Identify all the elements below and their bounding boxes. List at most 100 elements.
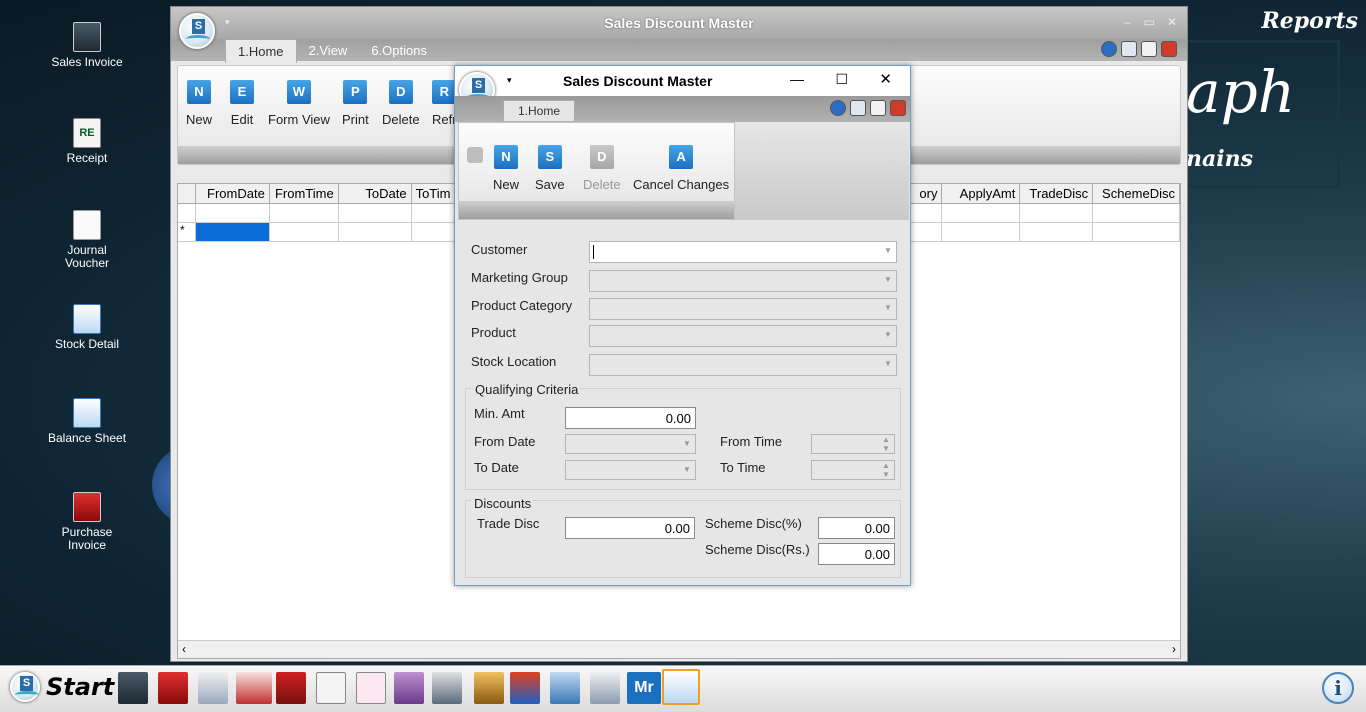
to-date-picker[interactable]: ▼: [565, 460, 696, 480]
desktop-icon-label: Purchase Invoice: [61, 525, 113, 552]
scheme-disc-rs-input[interactable]: 0.00: [818, 543, 895, 565]
dialog-ribbon: N New S Save D Delete A Cancel Changes: [458, 122, 735, 220]
stock-location-label: Stock Location: [471, 354, 557, 369]
brand-text: aph: [1186, 58, 1296, 126]
col-header-fromdate[interactable]: FromDate: [196, 184, 270, 203]
sales-invoice-icon[interactable]: [118, 672, 148, 704]
purchase-invoice-icon: [73, 492, 101, 522]
scroll-right-icon[interactable]: ›: [1172, 642, 1176, 656]
selected-cell[interactable]: [195, 223, 270, 241]
info-icon[interactable]: i: [1322, 672, 1354, 704]
close-icon[interactable]: ✕: [1167, 15, 1177, 29]
help-icon[interactable]: [1101, 41, 1117, 57]
desktop-icon-label: Receipt: [66, 151, 108, 165]
col-header-totime[interactable]: ToTim: [412, 184, 456, 203]
customer-combo[interactable]: ▼: [589, 241, 897, 263]
to-date-label: To Date: [474, 460, 519, 475]
min-amt-input[interactable]: 0.00: [565, 407, 696, 429]
print-button[interactable]: P Print: [342, 80, 369, 127]
trade-disc-input[interactable]: 0.00: [565, 517, 695, 539]
desktop-icon-purchase-invoice[interactable]: Purchase Invoice: [40, 492, 134, 552]
help-icon[interactable]: [830, 100, 846, 116]
cancel-changes-icon: A: [669, 145, 694, 169]
product-combo[interactable]: ▼: [589, 325, 897, 347]
product-category-label: Product Category: [471, 298, 573, 313]
cash-icon[interactable]: [590, 672, 620, 704]
printer-icon[interactable]: [550, 672, 580, 704]
dialog-tab-home[interactable]: 1.Home: [503, 100, 576, 121]
horizontal-scrollbar[interactable]: ‹ ›: [178, 640, 1180, 658]
sync-icon[interactable]: [510, 672, 540, 704]
col-header-schemedisc[interactable]: SchemeDisc: [1093, 184, 1180, 203]
delete-button[interactable]: D Delete: [382, 80, 420, 127]
tab-view[interactable]: 2.View: [297, 39, 360, 63]
product-category-combo[interactable]: ▼: [589, 298, 897, 320]
dialog-delete-button[interactable]: D Delete: [583, 145, 621, 192]
qualifying-criteria-title: Qualifying Criteria: [473, 382, 581, 397]
start-button[interactable]: S Start: [10, 672, 114, 702]
discount-dialog: S ▾ Sales Discount Master — ☐ ✕ 1.Home N…: [454, 65, 911, 586]
refresh-button[interactable]: R Refr: [432, 80, 457, 127]
from-time-spinner[interactable]: ▲ ▼: [811, 434, 895, 454]
new-button[interactable]: N New: [186, 80, 212, 127]
dialog-save-button[interactable]: S Save: [535, 145, 565, 192]
lock-icon[interactable]: [467, 147, 483, 163]
edit-icon: E: [230, 80, 254, 104]
scheme-disc-pct-input[interactable]: 0.00: [818, 517, 895, 539]
desktop-icon-balance-sheet[interactable]: Balance Sheet: [40, 398, 134, 445]
exit-icon[interactable]: [890, 100, 906, 116]
stock-transfer-icon[interactable]: [432, 672, 462, 704]
new-icon: N: [494, 145, 518, 169]
maximize-icon[interactable]: ▭: [1144, 15, 1155, 29]
minimize-icon[interactable]: —: [790, 71, 804, 87]
document-icon[interactable]: [662, 669, 700, 705]
quick-access-arrow-icon[interactable]: ▾: [507, 75, 512, 86]
journal-voucher-icon: [73, 210, 101, 240]
maximize-icon[interactable]: ☐: [835, 71, 848, 88]
notes-icon[interactable]: [1141, 41, 1157, 57]
money-bag-icon[interactable]: [474, 672, 504, 704]
support-icon[interactable]: [850, 100, 866, 116]
tab-home[interactable]: 1.Home: [225, 39, 297, 63]
from-date-picker[interactable]: ▼: [565, 434, 696, 454]
chevron-down-icon: ▼: [884, 275, 892, 284]
check-book-icon[interactable]: [236, 672, 272, 704]
marketing-group-combo[interactable]: ▼: [589, 270, 897, 292]
to-time-spinner[interactable]: ▲ ▼: [811, 460, 895, 480]
exit-icon[interactable]: [1161, 41, 1177, 57]
purchase-icon[interactable]: [276, 672, 306, 704]
dialog-cancel-changes-button[interactable]: A Cancel Changes: [633, 145, 729, 192]
dialog-help-icons: [830, 100, 906, 116]
scroll-left-icon[interactable]: ‹: [182, 642, 186, 656]
grid-corner: [178, 184, 196, 203]
mr-icon[interactable]: Mr: [627, 672, 661, 704]
desktop-icon-sales-invoice[interactable]: Sales Invoice: [40, 22, 134, 69]
document-icon: [73, 398, 101, 428]
inventory-icon[interactable]: [394, 672, 424, 704]
col-header-applyamt[interactable]: ApplyAmt: [942, 184, 1021, 203]
payment-icon[interactable]: [198, 672, 228, 704]
payment-entry-icon[interactable]: [356, 672, 386, 704]
tab-options[interactable]: 6.Options: [359, 39, 439, 63]
close-icon[interactable]: ✕: [879, 70, 892, 88]
reports-link[interactable]: Reports: [1262, 8, 1358, 34]
receipt-icon[interactable]: [316, 672, 346, 704]
desktop-icon-stock-detail[interactable]: Stock Detail: [40, 304, 134, 351]
notes-icon[interactable]: [870, 100, 886, 116]
from-date-label: From Date: [474, 434, 536, 449]
print-icon: P: [343, 80, 368, 104]
minimize-icon[interactable]: –: [1124, 15, 1131, 29]
dialog-new-button[interactable]: N New: [493, 145, 519, 192]
col-header-todate[interactable]: ToDate: [339, 184, 412, 203]
col-header-fromtime[interactable]: FromTime: [270, 184, 339, 203]
text-cursor: [593, 245, 594, 259]
desktop-icon-receipt[interactable]: RE Receipt: [40, 118, 134, 165]
support-icon[interactable]: [1121, 41, 1137, 57]
stock-location-combo[interactable]: ▼: [589, 354, 897, 376]
edit-button[interactable]: E Edit: [230, 80, 254, 127]
save-icon: S: [537, 145, 562, 169]
col-header-tradedisc[interactable]: TradeDisc: [1020, 184, 1094, 203]
purchase-invoice-icon[interactable]: [158, 672, 188, 704]
desktop-icon-journal-voucher[interactable]: Journal Voucher: [40, 210, 134, 270]
form-view-button[interactable]: W Form View: [268, 80, 330, 127]
